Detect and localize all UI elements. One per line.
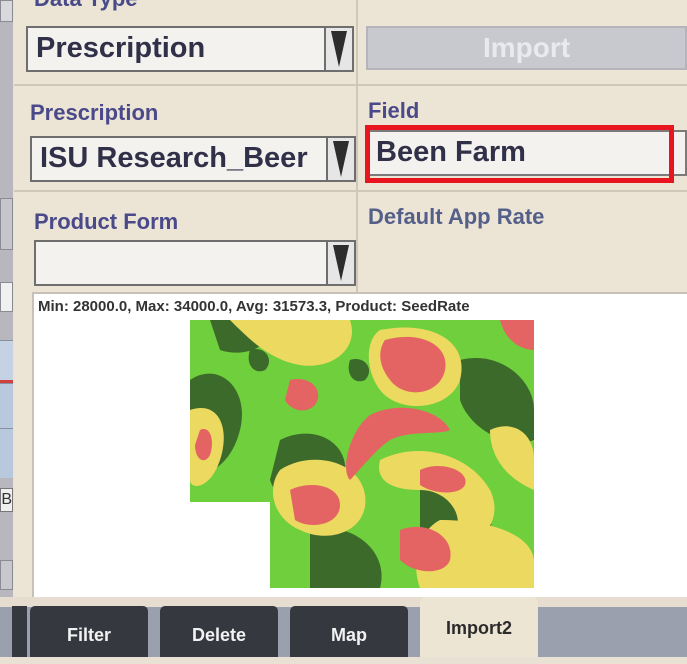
import-button[interactable]: Import xyxy=(366,26,687,70)
dropdown-arrow-icon[interactable] xyxy=(326,138,354,180)
row-divider xyxy=(14,84,687,86)
data-type-dropdown[interactable]: Prescription xyxy=(26,26,354,72)
product-form-label: Product Form xyxy=(34,209,179,234)
tab-partial[interactable] xyxy=(12,606,27,657)
left-strip-list-row[interactable] xyxy=(0,383,13,428)
tab-filter[interactable]: Filter xyxy=(30,606,148,657)
dropdown-arrow-icon[interactable] xyxy=(324,28,352,70)
left-strip-letter: B xyxy=(0,488,13,512)
dropdown-arrow-icon[interactable] xyxy=(326,242,354,284)
tab-import2[interactable]: Import2 xyxy=(420,597,538,657)
left-strip-segment xyxy=(0,282,13,312)
tab-map[interactable]: Map xyxy=(290,606,408,657)
left-strip-segment[interactable] xyxy=(0,560,13,590)
left-panel-strip: B xyxy=(0,0,13,610)
prescription-zone-map[interactable] xyxy=(190,320,534,588)
left-strip-list-row[interactable] xyxy=(0,340,13,380)
prescription-value: ISU Research_Beer xyxy=(40,142,308,174)
prescription-label: Prescription xyxy=(30,100,159,125)
data-type-label: Data Type xyxy=(34,0,138,12)
product-form-dropdown[interactable] xyxy=(34,240,356,286)
left-strip-segment xyxy=(0,0,13,22)
field-label: Field xyxy=(368,98,420,123)
default-app-rate-label: Default App Rate xyxy=(368,204,545,229)
prescription-dropdown[interactable]: ISU Research_Beer xyxy=(30,136,356,182)
left-strip-list-row[interactable] xyxy=(0,428,13,478)
row-divider xyxy=(14,190,687,192)
tab-delete[interactable]: Delete xyxy=(160,606,278,657)
map-stats-text: Min: 28000.0, Max: 34000.0, Avg: 31573.3… xyxy=(38,298,470,315)
field-highlight-box xyxy=(365,125,674,183)
data-type-value: Prescription xyxy=(36,32,206,64)
column-divider xyxy=(356,0,358,292)
left-strip-segment[interactable] xyxy=(0,198,13,250)
